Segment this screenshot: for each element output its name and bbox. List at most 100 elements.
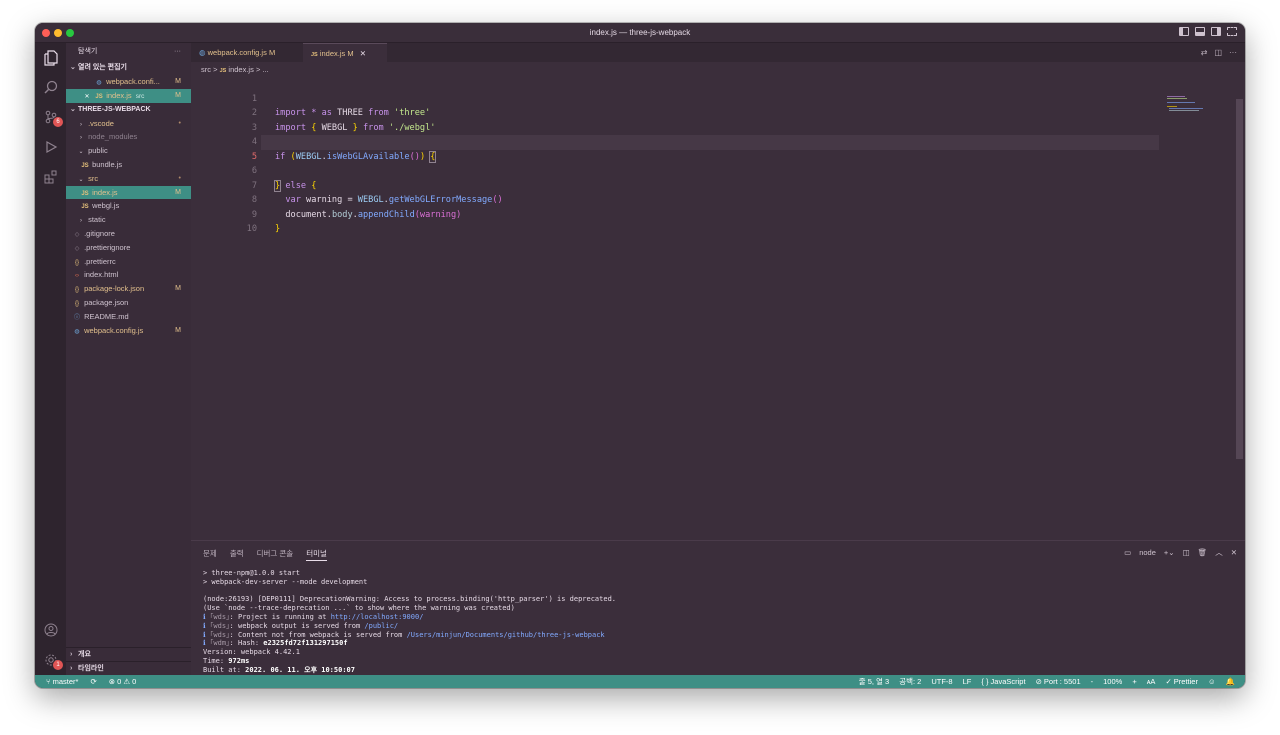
- source-control-icon[interactable]: 6: [42, 108, 63, 127]
- notifications-icon[interactable]: 🔔: [1226, 675, 1235, 688]
- file-prettierrc[interactable]: {} .prettierrc: [66, 255, 191, 269]
- editor-scrollbar[interactable]: [1236, 99, 1243, 459]
- file-webpack-config[interactable]: ◍ webpack.config.js M: [66, 324, 191, 338]
- folder-node-modules[interactable]: › node_modules: [66, 130, 191, 144]
- info-icon: ℹ: [203, 621, 206, 630]
- split-editor-icon[interactable]: ◫: [1214, 48, 1222, 57]
- chevron-down-icon: ⌄: [70, 105, 76, 113]
- feedback-icon[interactable]: ☺: [1208, 675, 1216, 688]
- tab-debug-console[interactable]: 디버그 콘솔: [257, 548, 294, 561]
- timeline-label: 타임라인: [78, 665, 104, 672]
- file-index-html[interactable]: ‹› index.html: [66, 268, 191, 282]
- terminal-output[interactable]: > three-npm@1.0.0 start > webpack-dev-se…: [203, 569, 616, 675]
- explorer-icon[interactable]: [42, 49, 59, 66]
- content-path-link[interactable]: /Users/minjun/Documents/github/three-js-…: [407, 631, 605, 639]
- problems-status[interactable]: ⊗ 0 ⚠ 0: [109, 675, 137, 688]
- file-package-lock-json[interactable]: {} package-lock.json M: [66, 282, 191, 296]
- zoom-in-button[interactable]: +: [1132, 675, 1136, 688]
- localhost-link[interactable]: http://localhost:9000/: [331, 613, 424, 621]
- layout-controls: [1179, 27, 1237, 36]
- settings-icon[interactable]: 1: [42, 651, 63, 670]
- account-icon[interactable]: [42, 621, 59, 638]
- modified-marker: M: [268, 48, 276, 57]
- file-package-json[interactable]: {} package.json: [66, 296, 191, 310]
- folder-src[interactable]: ⌄ src •: [66, 172, 191, 186]
- trash-icon[interactable]: 🗑: [1198, 548, 1208, 557]
- timeline-section[interactable]: › 타임라인: [66, 661, 191, 675]
- zoom-out-button[interactable]: -: [1091, 675, 1094, 688]
- folder-static[interactable]: › static: [66, 213, 191, 227]
- customize-layout-icon[interactable]: [1227, 27, 1237, 36]
- toggle-panel-icon[interactable]: [1195, 27, 1205, 36]
- open-changes-icon[interactable]: ⇄: [1201, 48, 1208, 57]
- breadcrumb-tail[interactable]: > ...: [256, 65, 269, 74]
- project-section[interactable]: ⌄ THREE-JS-WEBPACK: [66, 103, 191, 117]
- info-icon: ℹ: [203, 639, 206, 648]
- tab-terminal[interactable]: 터미널: [306, 548, 327, 561]
- encoding[interactable]: UTF-8: [931, 675, 952, 688]
- file-readme[interactable]: ⓘ README.md: [66, 310, 191, 324]
- close-icon[interactable]: ✕: [82, 91, 92, 103]
- terminal-selector[interactable]: node: [1139, 548, 1156, 557]
- breadcrumb: src > JS index.js > ...: [201, 65, 269, 74]
- tab-output[interactable]: 출력: [230, 548, 244, 561]
- end-of-line[interactable]: LF: [963, 675, 972, 688]
- tree-item-label: static: [88, 215, 106, 225]
- tab-problems[interactable]: 문제: [203, 548, 217, 561]
- line-code: }: [275, 224, 281, 234]
- branch-status[interactable]: ⑂ master*: [46, 675, 78, 688]
- modified-marker: M: [347, 49, 354, 58]
- modified-marker: M: [175, 326, 181, 334]
- html-file-icon: ‹›: [75, 273, 79, 280]
- tab-webpack-config[interactable]: ◍ webpack.config.js M: [191, 43, 303, 62]
- modified-dot: •: [178, 174, 181, 182]
- tree-item-label: .vscode: [88, 118, 114, 128]
- file-webgl-js[interactable]: JS webgl.js: [66, 199, 191, 213]
- breadcrumb-folder[interactable]: src: [201, 65, 211, 74]
- indentation[interactable]: 공백: 2: [899, 675, 921, 688]
- status-right: 줄 5, 열 3 공백: 2 UTF-8 LF { } JavaScript ⊘…: [859, 675, 1235, 688]
- tree-item-label: bundle.js: [92, 159, 123, 169]
- open-editors-section[interactable]: ⌄ 열려 있는 편집기: [66, 61, 191, 75]
- open-editor-webpack-config[interactable]: ◍ webpack.confi... M: [66, 75, 191, 89]
- open-editor-index-js[interactable]: ✕ JS index.js src M: [66, 88, 191, 103]
- folder-vscode[interactable]: › .vscode •: [66, 117, 191, 131]
- terminal-line: Version: webpack 4.42.1: [203, 648, 300, 657]
- folder-public[interactable]: ⌄ public: [66, 144, 191, 158]
- new-terminal-icon[interactable]: +⌄: [1164, 548, 1175, 557]
- status-left: ⑂ master* ⟳ ⊗ 0 ⚠ 0: [46, 675, 136, 688]
- file-bundle-js[interactable]: JS bundle.js: [66, 158, 191, 172]
- minimap[interactable]: [1165, 95, 1235, 115]
- public-path-link[interactable]: /public/: [364, 622, 398, 630]
- modified-marker: M: [175, 91, 181, 99]
- file-index-js[interactable]: JS index.js M: [66, 185, 191, 200]
- live-server-port[interactable]: ⊘ Port : 5501: [1036, 675, 1081, 688]
- toggle-sidebar-icon[interactable]: [1179, 27, 1189, 36]
- maximize-panel-icon[interactable]: ︿: [1215, 547, 1223, 558]
- language-mode[interactable]: { } JavaScript: [981, 675, 1025, 688]
- file-prettierignore[interactable]: ◇ .prettierignore: [66, 241, 191, 255]
- breadcrumb-file[interactable]: index.js: [228, 65, 253, 74]
- tab-index-js[interactable]: JS index.js M ✕: [303, 43, 387, 62]
- extensions-icon[interactable]: [42, 168, 59, 185]
- search-icon[interactable]: [42, 78, 59, 95]
- run-debug-icon[interactable]: [42, 138, 59, 155]
- chevron-right-icon: ›: [70, 651, 73, 658]
- vscode-window: index.js — three-js-webpack 6 1 탐색기 ··· …: [35, 23, 1245, 688]
- font-size-icon[interactable]: ᴀA: [1147, 675, 1156, 688]
- code-editor[interactable]: 1 import * as THREE from 'three' 2 impor…: [191, 77, 1245, 234]
- toggle-secondary-sidebar-icon[interactable]: [1211, 27, 1221, 36]
- zoom-level[interactable]: 100%: [1103, 675, 1122, 688]
- prettier-status[interactable]: ✓ Prettier: [1165, 675, 1198, 688]
- code-line: 3: [191, 106, 1245, 133]
- close-panel-icon[interactable]: ✕: [1231, 548, 1237, 557]
- sync-icon[interactable]: ⟳: [90, 675, 96, 688]
- tree-item-label: .prettierignore: [84, 242, 131, 252]
- more-actions-icon[interactable]: ···: [174, 43, 181, 61]
- outline-section[interactable]: › 개요: [66, 647, 191, 661]
- more-actions-icon[interactable]: ···: [1229, 48, 1237, 57]
- file-gitignore[interactable]: ◇ .gitignore: [66, 227, 191, 241]
- split-terminal-icon[interactable]: ◫: [1183, 548, 1190, 557]
- cursor-position[interactable]: 줄 5, 열 3: [859, 675, 889, 688]
- close-tab-icon[interactable]: ✕: [360, 49, 366, 58]
